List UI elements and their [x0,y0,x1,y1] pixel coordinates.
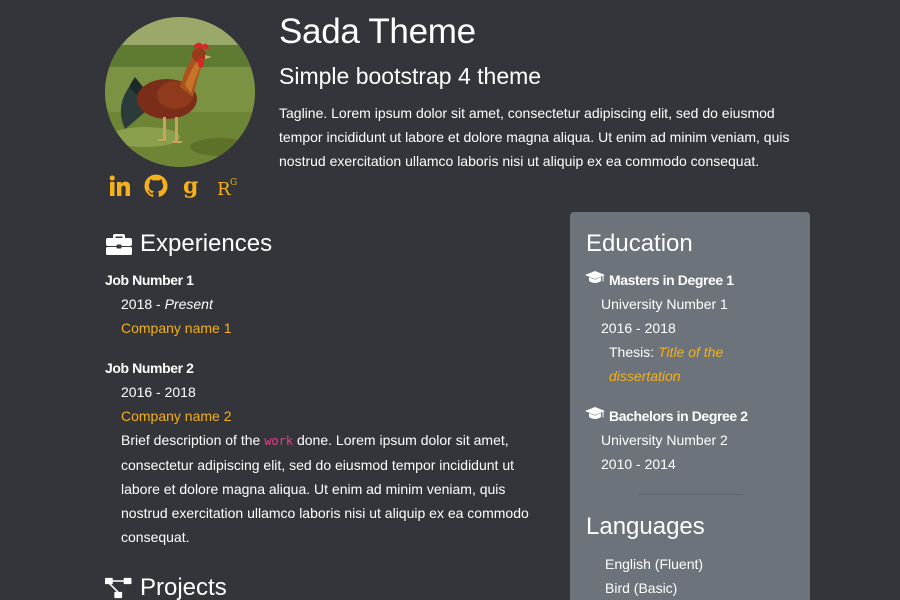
university-name: University Number 2 [601,432,728,448]
languages-list: English (Fluent) Bird (Basic) [605,552,703,600]
inline-code: work [264,434,294,448]
degree-title: Bachelors in Degree 2 [609,408,748,424]
graduation-cap-icon [585,268,605,292]
company-link[interactable]: Company name 1 [121,320,232,336]
linkedin-icon[interactable] [107,172,133,200]
job-title: Job Number 2 [105,360,194,376]
google-scholar-icon[interactable]: g [179,172,205,200]
job-dates: 2016 - 2018 [121,384,196,400]
svg-text:g: g [183,173,198,199]
graduation-cap-icon [585,404,605,428]
social-links: g R G [107,172,241,200]
projects-heading: Projects [105,572,227,600]
university-name: University Number 1 [601,296,728,312]
thesis: Thesis: Title of the dissertation [609,344,724,384]
sidebar-divider [638,494,743,495]
svg-text:R: R [217,179,231,199]
education-heading: Education [586,230,693,257]
profile-photo [105,17,255,167]
job-dates: 2018 - Present [121,296,213,312]
experiences-heading: Experiences [105,228,272,260]
degree-entry: Masters in Degree 1 University Number 1 … [585,268,800,388]
page-subtitle: Simple bootstrap 4 theme [279,63,542,89]
job-entry: Job Number 1 2018 - Present Company name… [105,268,545,340]
briefcase-icon [105,231,133,257]
page-title: Sada Theme [279,12,476,51]
experiences-heading-label: Experiences [140,230,273,257]
degree-dates: 2010 - 2014 [601,456,676,472]
job-description: Brief description of the work done. Lore… [121,432,529,545]
resume-page: g R G Sada Theme Simple bootstrap 4 them… [0,0,900,600]
job-title: Job Number 1 [105,272,194,288]
language-item: English (Fluent) [605,556,704,572]
languages-heading: Languages [586,513,705,540]
degree-title: Masters in Degree 1 [609,272,734,288]
researchgate-icon[interactable]: R G [215,172,241,200]
company-link[interactable]: Company name 2 [121,408,232,424]
degree-entry: Bachelors in Degree 2 University Number … [585,404,800,476]
language-item: Bird (Basic) [605,580,678,596]
degree-dates: 2016 - 2018 [601,320,676,336]
github-icon[interactable] [143,172,169,200]
projects-heading-label: Projects [140,574,227,600]
tagline: Tagline. Lorem ipsum dolor sit amet, con… [279,105,790,169]
job-entry: Job Number 2 2016 - 2018 Company name 2 … [105,356,545,549]
sidebar: Education Masters in Degree 1 University… [570,212,810,600]
svg-text:G: G [230,178,237,188]
project-diagram-icon [105,575,133,600]
